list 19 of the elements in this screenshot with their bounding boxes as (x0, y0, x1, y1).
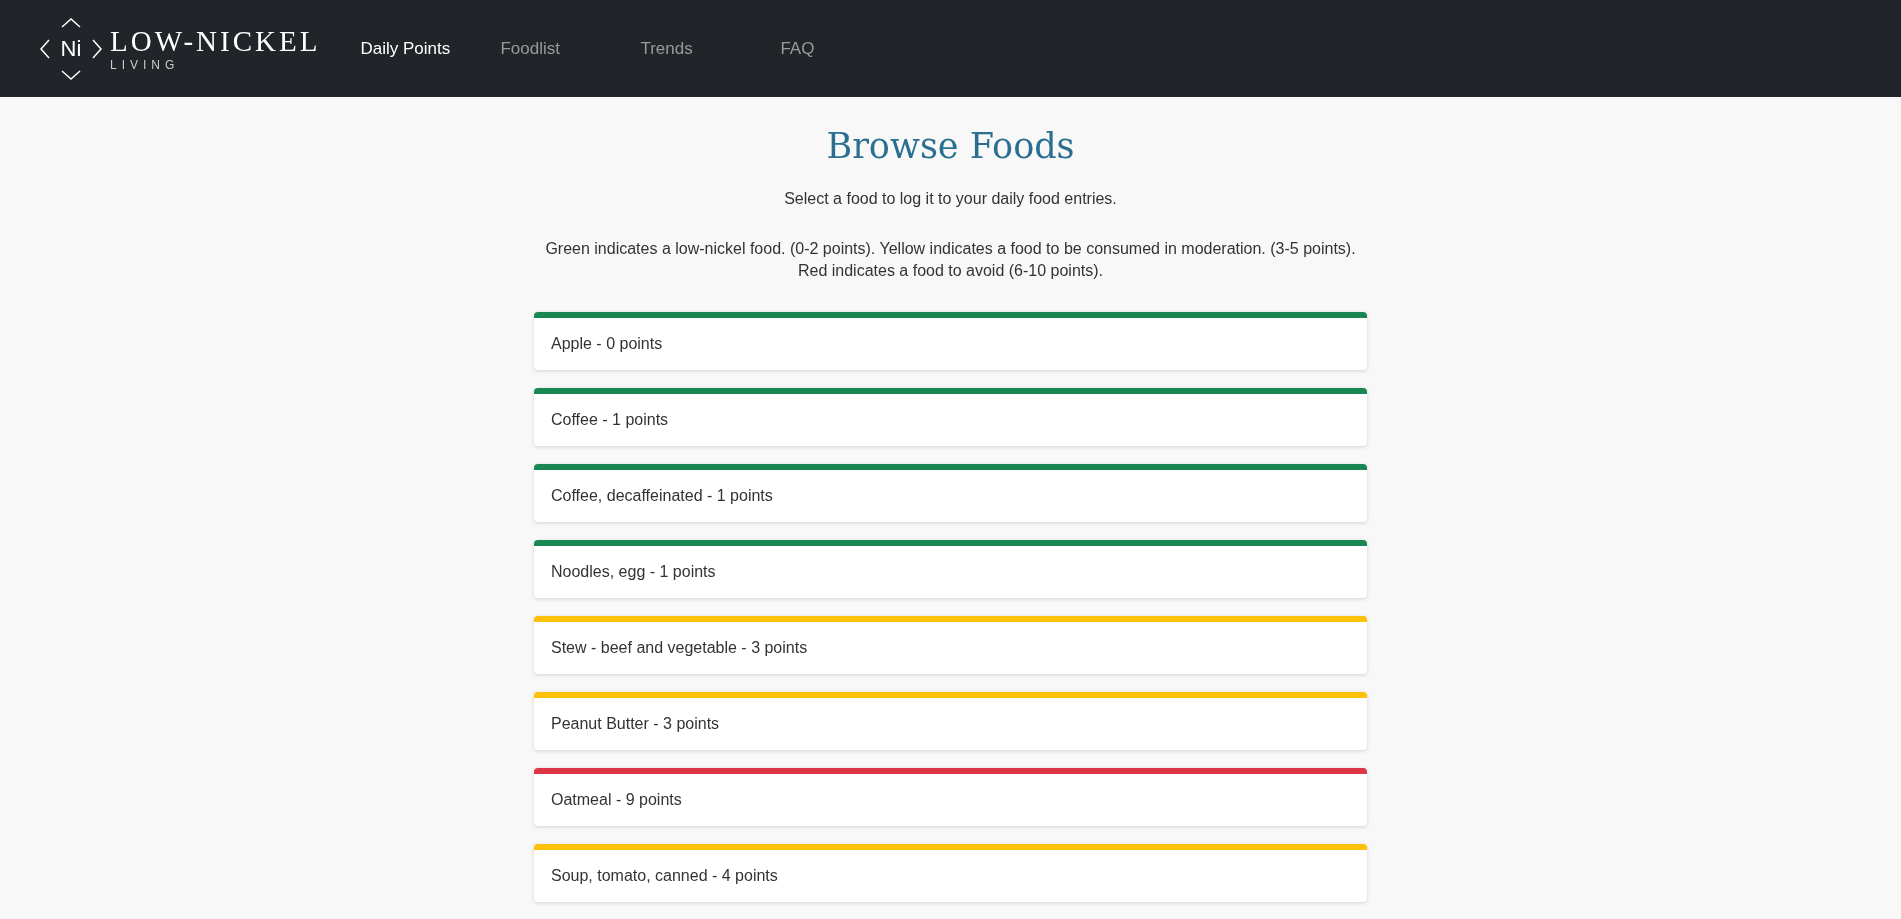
page-title: Browse Foods (826, 126, 1075, 166)
food-card[interactable]: Peanut Butter - 3 points (534, 692, 1367, 750)
food-card[interactable]: Apple - 0 points (534, 312, 1367, 370)
nav-link[interactable]: FAQ (780, 30, 921, 67)
nav-link[interactable]: Trends (640, 30, 781, 67)
food-card[interactable]: Stew - beef and vegetable - 3 points (534, 616, 1367, 674)
logo-mark: Ni (60, 36, 82, 61)
logo-tagline: LIVING (110, 56, 181, 73)
logo-text[interactable]: LOW-NICKEL (110, 24, 321, 57)
intro-text: Select a food to log it to your daily food entries. (784, 190, 1117, 208)
legend-text: Green indicates a low-nickel food. (0-2 points). Yellow indicates a food to be consumed in moderation. (3-5 points). Red indicates a food to avoid (6-10 points). (545, 239, 1356, 281)
nav-link[interactable]: Foodlist (500, 30, 641, 67)
food-card[interactable]: Oatmeal - 9 points (534, 768, 1367, 826)
food-card[interactable]: Coffee, decaffeinated - 1 points (534, 464, 1367, 522)
diamond-icon (40, 17, 102, 80)
food-card[interactable]: Soup, tomato, canned - 4 points (534, 844, 1367, 902)
nav-link[interactable]: Daily Points (360, 30, 501, 67)
food-card[interactable]: Noodles, egg - 1 points (534, 540, 1367, 598)
food-card[interactable]: Coffee - 1 points (534, 388, 1367, 446)
